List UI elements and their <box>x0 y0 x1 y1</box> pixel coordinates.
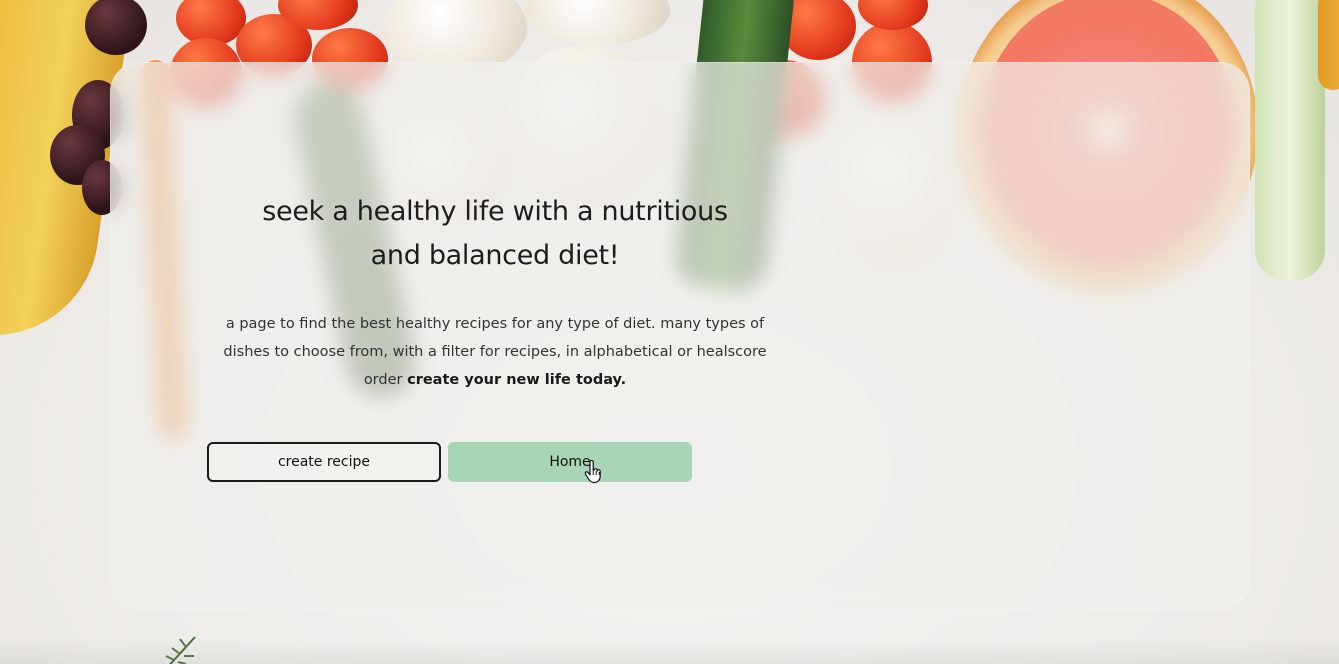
herb-sprig-icon <box>165 636 196 664</box>
leek-image <box>1318 0 1339 90</box>
tomato-image <box>858 0 928 30</box>
hero-card: seek a healthy life with a nutritious an… <box>110 62 1250 610</box>
hero-headline: seek a healthy life with a nutritious an… <box>262 196 728 271</box>
leek-image <box>1255 0 1325 280</box>
create-recipe-label: create recipe <box>277 454 371 470</box>
cherry-image <box>85 0 147 55</box>
garlic-image <box>525 0 670 45</box>
create-recipe-button[interactable]: create recipe <box>207 442 441 482</box>
hand-pointer-icon <box>584 460 601 484</box>
hero-description-emphasis: create your new life today. <box>407 372 627 388</box>
home-button[interactable]: Home <box>448 442 692 482</box>
hero-description: a page to find the best healthy recipes … <box>210 310 780 394</box>
